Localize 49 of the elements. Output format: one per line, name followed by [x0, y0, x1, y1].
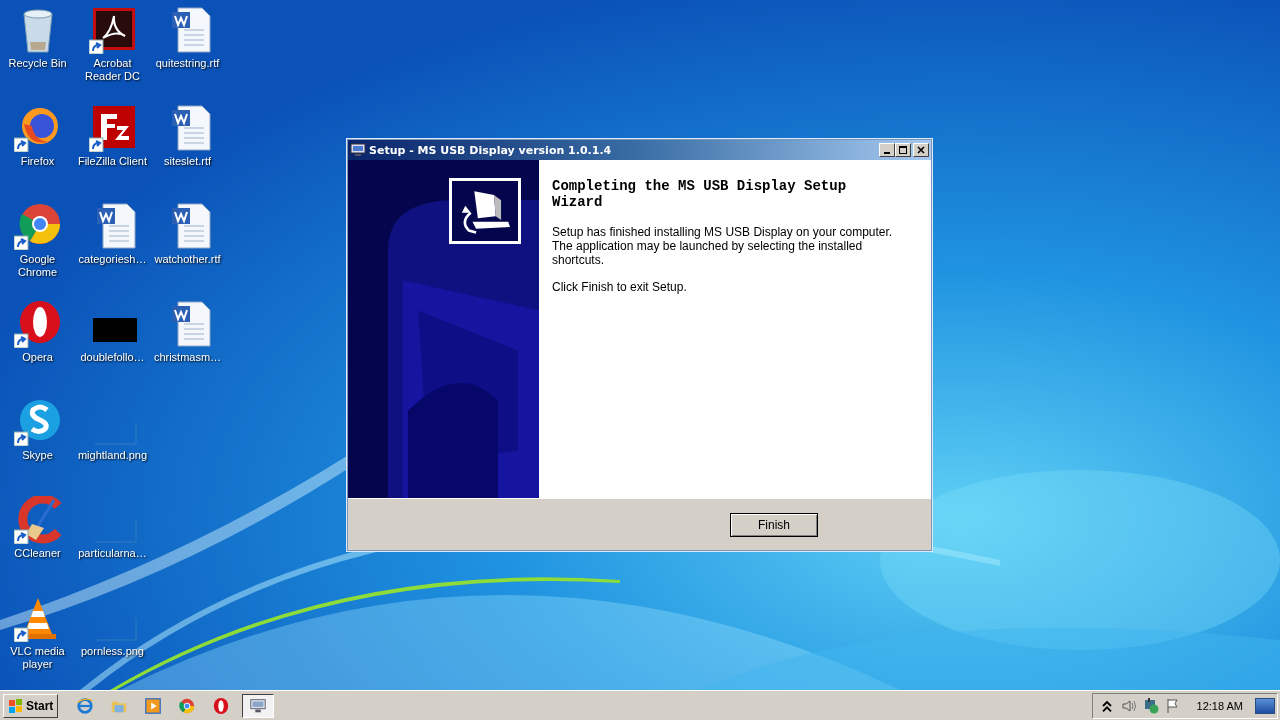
maximize-button[interactable]: [895, 143, 911, 157]
icon-label[interactable]: christmasm…: [153, 351, 222, 364]
taskbar-button[interactable]: [242, 693, 275, 718]
ring-logo-shortcut-icon[interactable]: [13, 300, 62, 348]
icon-label[interactable]: pornless.png: [81, 645, 144, 658]
zigzag-logo-shortcut-icon[interactable]: [88, 104, 137, 152]
clock[interactable]: 12:18 AM: [1196, 699, 1243, 712]
icon-label[interactable]: watchother.rtf: [154, 253, 221, 266]
icon-label[interactable]: mightland.png: [77, 449, 148, 462]
icon-label[interactable]: FileZilla Client: [77, 155, 148, 168]
body-text: Setup has finished installing MS USB Display on your computer. The application may be launched by selecting the installed shortcuts.: [552, 225, 894, 267]
icon-label[interactable]: Skype: [22, 449, 53, 462]
close-button[interactable]: [913, 143, 929, 157]
tricolor-circle-shortcut-icon[interactable]: [13, 202, 62, 250]
icon-label[interactable]: doublefollo…: [80, 351, 145, 364]
ring-logo-icon: [211, 696, 230, 715]
show-desktop-button[interactable]: [1255, 697, 1275, 714]
monitor-icon: [249, 696, 268, 715]
network-icon[interactable]: [1142, 697, 1159, 714]
flag-icon[interactable]: [1164, 697, 1181, 714]
wizard-heading: Completing the MS USB Display Setup Wizard: [552, 178, 848, 210]
window-title: Setup - MS USB Display version 1.0.1.4: [369, 143, 613, 157]
icon-label[interactable]: Recycle Bin: [8, 57, 67, 70]
cloud-logo-shortcut-icon[interactable]: [13, 398, 62, 446]
tricolor-circle-icon: [177, 696, 196, 715]
ribbon-logo-shortcut-icon[interactable]: [88, 6, 137, 54]
play-icon: [143, 696, 162, 715]
globe-e-icon: [75, 696, 94, 715]
icon-label[interactable]: CCleaner: [14, 547, 61, 560]
icon-label[interactable]: VLC media player: [0, 645, 75, 671]
icon-label[interactable]: Google Chrome: [0, 253, 75, 279]
broom-logo-shortcut-icon[interactable]: [13, 496, 62, 544]
monitor-icon: [350, 143, 366, 157]
icon-label[interactable]: particularna…: [78, 547, 147, 560]
icon-label[interactable]: Opera: [22, 351, 53, 364]
icon-label[interactable]: Firefox: [20, 155, 55, 168]
close-icon: [916, 145, 926, 155]
icon-label[interactable]: Acrobat Reader DC: [75, 57, 150, 83]
icon-label[interactable]: categoriesh…: [78, 253, 147, 266]
minimize-icon: [884, 152, 890, 154]
minimize-button[interactable]: [879, 143, 895, 157]
start-button[interactable]: Start: [3, 693, 59, 718]
body-text: Click Finish to exit Setup.: [552, 280, 688, 294]
windows-logo-icon: [8, 697, 24, 714]
finish-button[interactable]: Finish: [730, 512, 818, 537]
icon-label[interactable]: quitestring.rtf: [155, 57, 220, 70]
speaker-icon[interactable]: [1120, 697, 1137, 714]
maximize-icon: [898, 145, 908, 155]
icon-label[interactable]: siteslet.rtf: [163, 155, 212, 168]
